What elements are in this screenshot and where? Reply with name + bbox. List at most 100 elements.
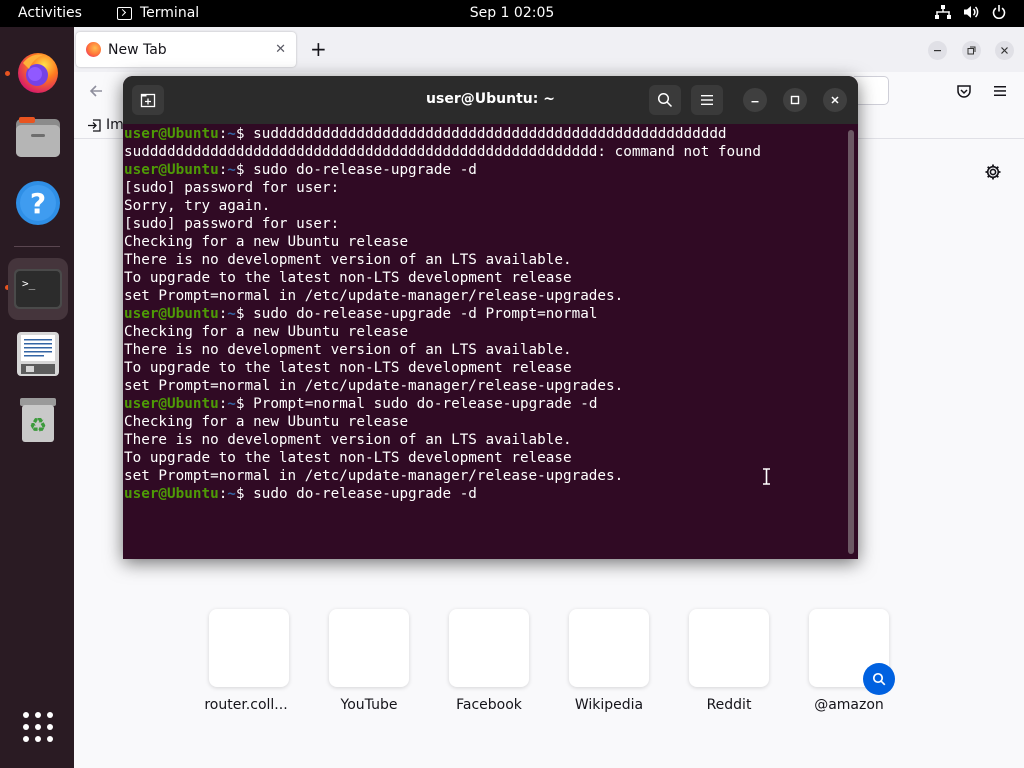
top-site-label[interactable]: @amazon — [789, 697, 909, 713]
files-icon — [16, 117, 60, 157]
dock-files[interactable] — [8, 107, 68, 167]
activities-button[interactable]: Activities — [18, 5, 82, 21]
tab-new-tab[interactable]: New Tab ✕ — [76, 32, 296, 67]
output-text: [sudo] password for user: — [124, 180, 340, 196]
prompt-symbol: $ — [235, 306, 254, 322]
output-text: There is no development version of an LT… — [124, 432, 572, 448]
show-apps-icon — [23, 712, 53, 742]
show-apps-button[interactable] — [8, 697, 68, 757]
dock-text-editor[interactable] — [8, 324, 68, 384]
hamburger-menu-icon — [994, 86, 1006, 96]
app-menu-label: Terminal — [140, 5, 200, 21]
output-text: There is no development version of an LT… — [124, 252, 572, 268]
dock-trash[interactable]: ♻ — [8, 390, 68, 450]
dock-terminal[interactable]: >_ — [8, 258, 68, 320]
maximize-icon — [790, 95, 800, 105]
terminal-window[interactable]: user@Ubuntu: ~ user@Ubuntu:~$ sudddddddd… — [123, 76, 858, 559]
volume-icon[interactable] — [963, 5, 980, 19]
minimize-icon — [751, 101, 759, 103]
search-button[interactable] — [649, 85, 681, 115]
minimize-button[interactable] — [743, 88, 767, 112]
output-text: set Prompt=normal in /etc/update-manager… — [124, 468, 624, 484]
tab-close-icon[interactable]: ✕ — [275, 42, 286, 57]
firefox-icon — [18, 53, 58, 93]
output-line: To upgrade to the latest non-LTS develop… — [124, 449, 846, 467]
restore-icon — [967, 46, 976, 55]
url-bar[interactable] — [854, 76, 889, 105]
svg-text:>_: >_ — [22, 277, 36, 290]
back-button[interactable] — [88, 83, 104, 103]
terminal-icon: >_ — [14, 269, 62, 309]
output-line: To upgrade to the latest non-LTS develop… — [124, 269, 846, 287]
output-text: To upgrade to the latest non-LTS develop… — [124, 270, 572, 286]
tab-bar: New Tab ✕ + — [74, 27, 1024, 72]
search-shortcut-button[interactable] — [863, 663, 895, 695]
tab-label: New Tab — [108, 41, 167, 58]
top-site-label[interactable]: YouTube — [309, 697, 429, 713]
command-text: sudddddddddddddddddddddddddddddddddddddd… — [253, 126, 727, 142]
output-text: set Prompt=normal in /etc/update-manager… — [124, 378, 624, 394]
pocket-icon — [957, 85, 971, 98]
command-line: user@Ubuntu:~$ Prompt=normal sudo do-rel… — [124, 395, 846, 413]
svg-text:?: ? — [30, 187, 46, 220]
dock-firefox[interactable] — [8, 42, 68, 102]
app-menu-button[interactable] — [992, 83, 1008, 103]
new-tab-button[interactable]: + — [310, 39, 327, 59]
command-line: user@Ubuntu:~$ sudo do-release-upgrade -… — [124, 305, 846, 323]
import-bookmarks-button[interactable]: Im — [87, 117, 124, 133]
command-text: sudo do-release-upgrade -d Prompt=normal — [253, 306, 598, 322]
top-bar: Activities Terminal Sep 1 02:05 — [0, 0, 1024, 27]
output-line: set Prompt=normal in /etc/update-manager… — [124, 467, 846, 485]
power-icon[interactable] — [992, 5, 1006, 19]
prompt-path: ~ — [227, 126, 236, 142]
close-icon — [1001, 47, 1008, 54]
top-site-label[interactable]: Wikipedia — [549, 697, 669, 713]
maximize-button[interactable] — [783, 88, 807, 112]
top-site-label[interactable]: Facebook — [429, 697, 549, 713]
output-line: There is no development version of an LT… — [124, 251, 846, 269]
top-site-label[interactable]: router.coll... — [186, 697, 306, 713]
prompt-separator: : — [218, 396, 228, 412]
top-site-tile[interactable] — [689, 609, 769, 687]
app-menu[interactable]: Terminal — [117, 5, 199, 21]
top-site-tile[interactable] — [569, 609, 649, 687]
menu-button[interactable] — [691, 85, 723, 115]
output-line: set Prompt=normal in /etc/update-manager… — [124, 377, 846, 395]
scrollbar[interactable] — [848, 130, 854, 554]
output-line: [sudo] password for user: — [124, 215, 846, 233]
prompt-path: ~ — [227, 486, 236, 502]
restore-button[interactable] — [962, 41, 981, 60]
terminal-header-bar[interactable]: user@Ubuntu: ~ — [123, 76, 858, 124]
back-arrow-icon — [89, 85, 102, 97]
close-button[interactable] — [995, 41, 1014, 60]
system-tray[interactable] — [935, 5, 1006, 19]
top-site-tile[interactable] — [449, 609, 529, 687]
customize-button[interactable] — [984, 163, 1002, 185]
top-site-label[interactable]: Reddit — [669, 697, 789, 713]
prompt-user: user@Ubuntu — [124, 486, 219, 502]
top-site-tile[interactable] — [209, 609, 289, 687]
output-text: Checking for a new Ubuntu release — [124, 414, 409, 430]
help-icon: ? — [16, 181, 60, 225]
top-site-tile[interactable] — [329, 609, 409, 687]
network-icon[interactable] — [935, 5, 951, 19]
terminal-output[interactable]: user@Ubuntu:~$ suddddddddddddddddddddddd… — [124, 125, 846, 559]
output-line: Checking for a new Ubuntu release — [124, 413, 846, 431]
new-tab-button[interactable] — [132, 85, 164, 115]
dock-help[interactable]: ? — [8, 173, 68, 233]
clock[interactable]: Sep 1 02:05 — [470, 5, 555, 21]
pocket-button[interactable] — [956, 83, 972, 103]
output-line: Sorry, try again. — [124, 197, 846, 215]
prompt-separator: : — [218, 486, 228, 502]
output-line: Checking for a new Ubuntu release — [124, 323, 846, 341]
gear-icon — [985, 164, 1001, 180]
prompt-separator: : — [218, 162, 228, 178]
prompt-symbol: $ — [235, 162, 254, 178]
close-button[interactable] — [823, 88, 847, 112]
minimize-button[interactable] — [928, 41, 947, 60]
firefox-favicon-icon — [86, 42, 101, 57]
command-text: sudo do-release-upgrade -d — [253, 486, 477, 502]
terminal-icon — [117, 6, 132, 20]
output-text: sudddddddddddddddddddddddddddddddddddddd… — [124, 144, 761, 160]
output-text: Checking for a new Ubuntu release — [124, 234, 409, 250]
